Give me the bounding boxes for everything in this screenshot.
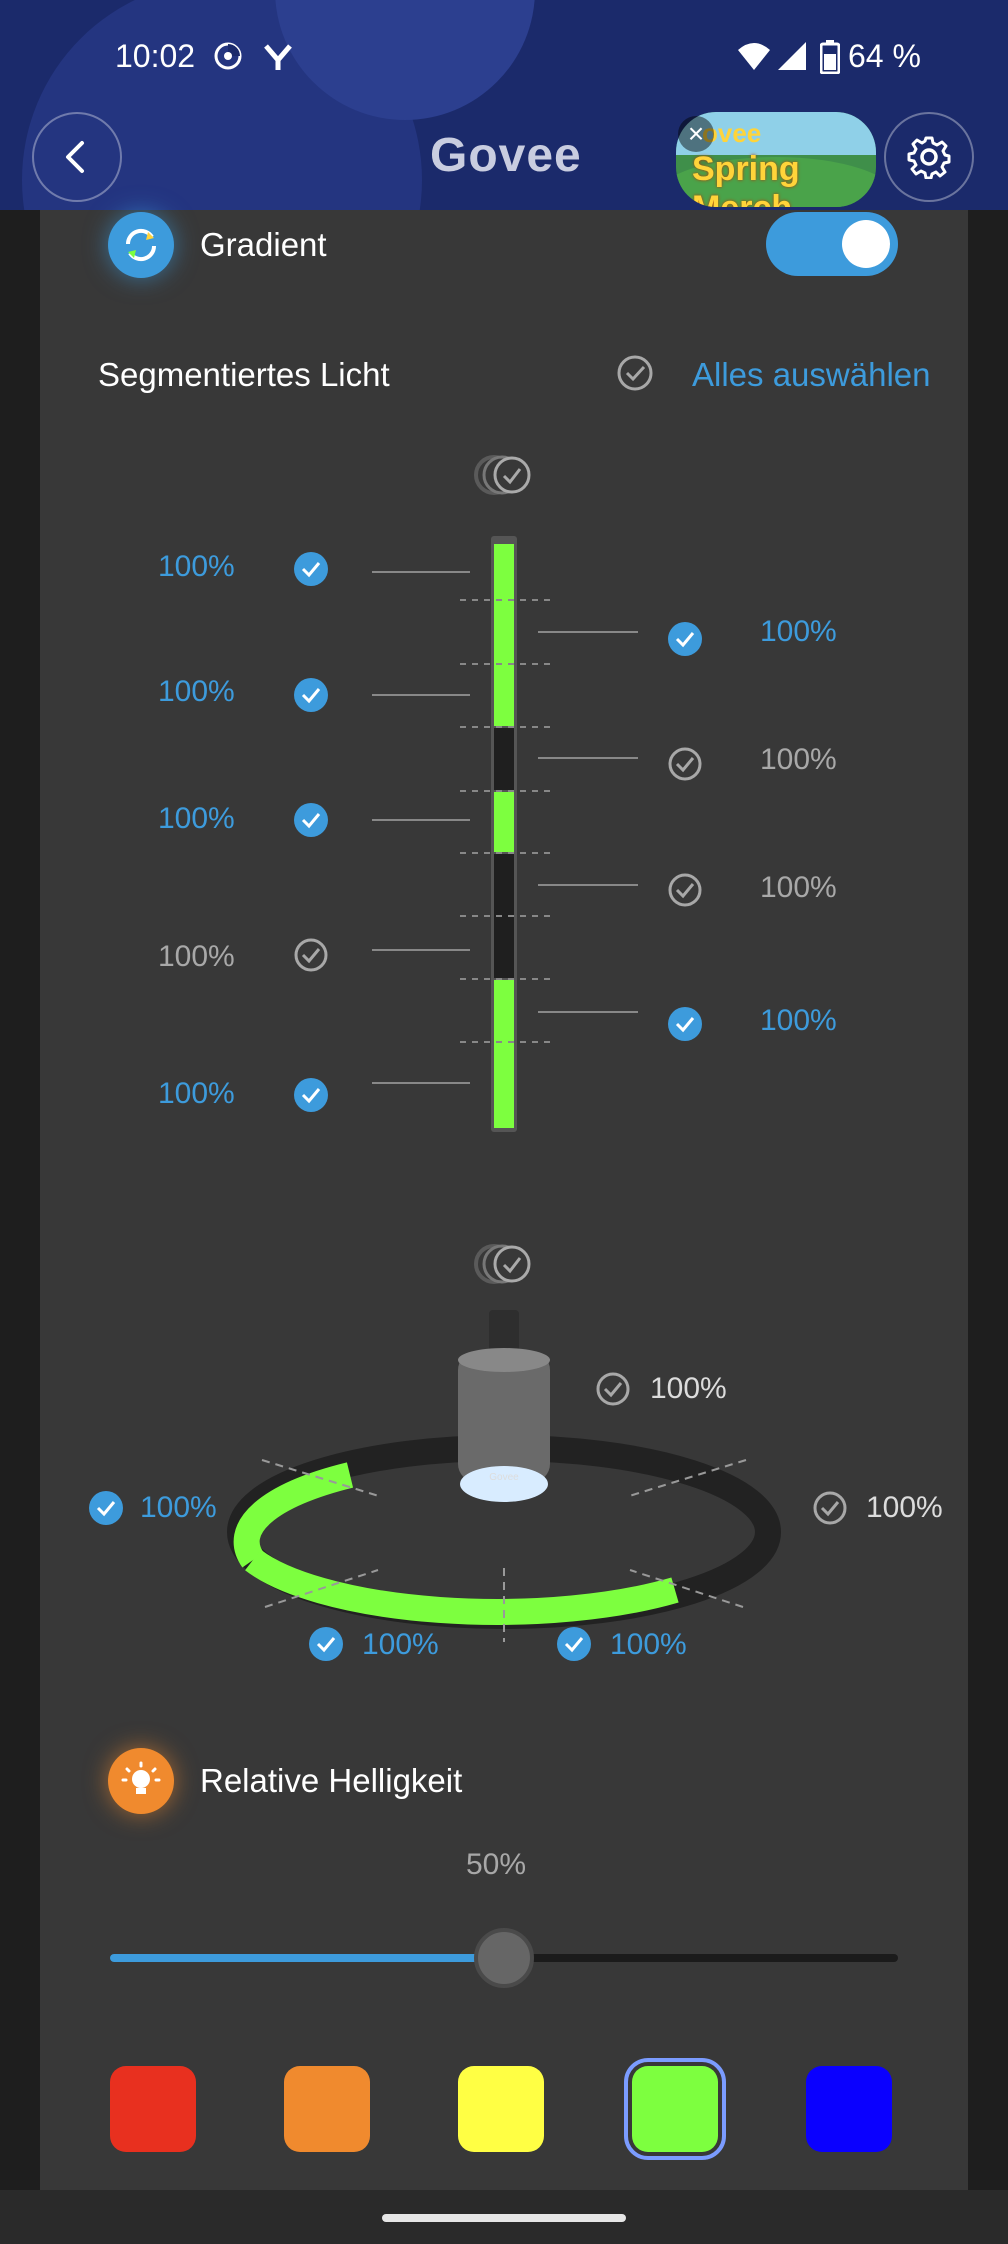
settings-button[interactable] bbox=[884, 112, 974, 202]
brightness-slider-handle[interactable] bbox=[474, 1928, 534, 1988]
yahoo-icon bbox=[262, 40, 294, 80]
segment-percent: 100% bbox=[760, 743, 837, 776]
segment-percent: 100% bbox=[158, 940, 235, 973]
brightness-icon bbox=[108, 1748, 174, 1814]
segment-percent: 100% bbox=[158, 1077, 235, 1110]
strip-segment[interactable] bbox=[494, 728, 514, 790]
segment-title: Segmentiertes Licht bbox=[98, 356, 390, 393]
promo-text: Spring Merch bbox=[692, 150, 800, 207]
check-icon[interactable] bbox=[293, 551, 329, 587]
check-icon[interactable] bbox=[667, 1006, 703, 1042]
color-swatch-red[interactable] bbox=[110, 2066, 196, 2152]
check-icon[interactable] bbox=[667, 872, 703, 908]
battery-icon bbox=[819, 40, 841, 82]
gear-icon bbox=[907, 136, 951, 179]
segment-percent: 100% bbox=[158, 550, 235, 583]
strip-segment[interactable] bbox=[494, 980, 514, 1128]
gradient-icon bbox=[108, 212, 174, 278]
color-swatch-blue[interactable] bbox=[806, 2066, 892, 2152]
check-icon[interactable] bbox=[667, 746, 703, 782]
segment-percent: 100% bbox=[158, 802, 235, 835]
home-indicator[interactable] bbox=[382, 2214, 626, 2222]
base-percent: 100% bbox=[650, 1372, 727, 1405]
back-button[interactable] bbox=[32, 112, 122, 202]
select-all-link[interactable]: Alles auswählen bbox=[692, 356, 930, 394]
color-swatch-orange[interactable] bbox=[284, 2066, 370, 2152]
base-percent: 100% bbox=[610, 1628, 687, 1661]
check-icon[interactable] bbox=[595, 1371, 631, 1407]
check-icon[interactable] bbox=[556, 1626, 592, 1662]
status-bar: 10:02 64 % bbox=[0, 0, 1008, 115]
check-icon[interactable] bbox=[667, 621, 703, 657]
signal-icon bbox=[776, 40, 808, 80]
base-percent: 100% bbox=[362, 1628, 439, 1661]
brightness-label: Relative Helligkeit bbox=[200, 1762, 463, 1799]
segment-percent: 100% bbox=[760, 615, 837, 648]
segment-percent: 100% bbox=[158, 675, 235, 708]
wifi-icon bbox=[736, 40, 772, 80]
check-icon[interactable] bbox=[812, 1490, 848, 1526]
segment-strip-diagram bbox=[372, 455, 638, 1132]
base-percent: 100% bbox=[140, 1491, 217, 1524]
brightness-slider-fill bbox=[110, 1954, 504, 1962]
sync-icon[interactable] bbox=[474, 455, 531, 495]
color-swatch-green[interactable] bbox=[624, 2058, 726, 2160]
device-illustration: Govee bbox=[458, 1310, 550, 1502]
battery-percent: 64 % bbox=[848, 38, 921, 74]
gradient-label: Gradient bbox=[200, 226, 327, 263]
base-ring-diagram: Govee bbox=[227, 1244, 781, 1642]
check-icon[interactable] bbox=[293, 937, 329, 973]
strip-segment[interactable] bbox=[494, 792, 514, 852]
segment-percent: 100% bbox=[760, 871, 837, 904]
screen: 10:02 64 % Govee ovee Spring × Gradient … bbox=[0, 0, 1008, 2244]
device-label: Govee bbox=[489, 1472, 519, 1483]
close-icon[interactable]: × bbox=[678, 116, 714, 152]
base-percent: 100% bbox=[866, 1491, 943, 1524]
chevron-left-icon bbox=[66, 141, 84, 173]
toggle-knob bbox=[842, 220, 890, 268]
select-all-check-icon[interactable] bbox=[616, 354, 654, 392]
check-icon[interactable] bbox=[293, 677, 329, 713]
sync-icon[interactable] bbox=[474, 1244, 531, 1284]
check-icon[interactable] bbox=[88, 1490, 124, 1526]
color-swatch-yellow[interactable] bbox=[458, 2066, 544, 2152]
segment-percent: 100% bbox=[760, 1004, 837, 1037]
status-time: 10:02 bbox=[115, 38, 196, 74]
do-not-disturb-icon bbox=[212, 40, 244, 80]
gradient-toggle[interactable] bbox=[766, 212, 898, 276]
check-icon[interactable] bbox=[308, 1626, 344, 1662]
brightness-value: 50% bbox=[466, 1848, 527, 1881]
check-icon[interactable] bbox=[293, 1077, 329, 1113]
app-header: 10:02 64 % Govee ovee Spring × bbox=[0, 0, 1008, 210]
govee-logo: Govee bbox=[430, 129, 582, 182]
check-icon[interactable] bbox=[293, 802, 329, 838]
strip-segment[interactable] bbox=[494, 544, 514, 726]
